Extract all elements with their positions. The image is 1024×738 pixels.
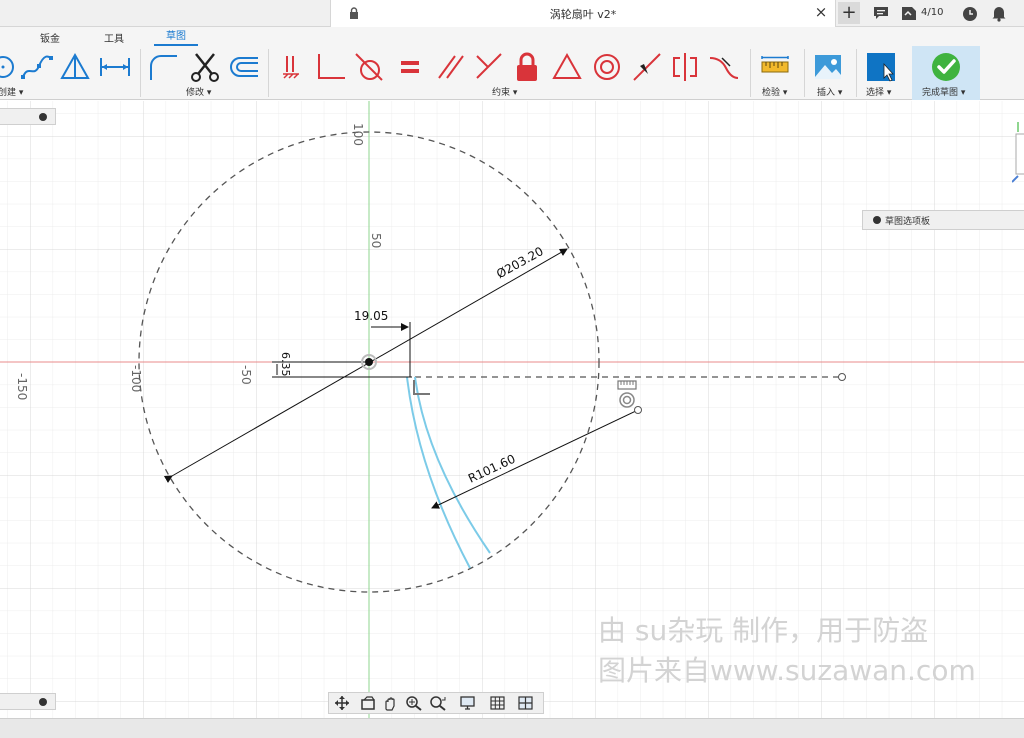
parallel-constraint-tool[interactable] [433, 50, 467, 84]
circle-tool[interactable] [0, 50, 22, 84]
bell-icon[interactable] [990, 3, 1008, 23]
dimension-tool[interactable] [98, 50, 132, 84]
select-group-label[interactable]: 选择 ▾ [866, 85, 891, 98]
spline-tool[interactable] [20, 50, 54, 84]
axis-label-y100: 100 [351, 123, 365, 146]
tangent-constraint-tool[interactable] [352, 50, 386, 84]
new-tab-button[interactable]: + [838, 2, 860, 24]
create-group-label[interactable]: 创建 ▾ [0, 85, 23, 98]
browser-panel[interactable] [0, 108, 56, 125]
vertical-dimension-text[interactable]: 6.35 [279, 352, 292, 377]
pan-icon[interactable] [381, 695, 399, 711]
tab-tools[interactable]: 工具 [104, 30, 124, 45]
polygon-tool[interactable] [58, 50, 92, 84]
fix-constraint-tool[interactable] [277, 50, 311, 84]
ribbon: 钣金 工具 草图 创建 ▾ 修改 ▾ 约束 ▾ 检验 ▾ 插入 ▾ 选择 ▾ 完… [0, 27, 1024, 100]
view-cube[interactable] [1011, 120, 1024, 190]
title-bar: 涡轮扇叶 v2* × + 4/10 [0, 0, 1024, 27]
grid-icon[interactable] [489, 695, 507, 711]
origin-point-center [365, 358, 373, 366]
measure-tool[interactable] [758, 50, 792, 84]
watermark-line-1: 由 su杂玩 制作，用于防盗 [598, 614, 929, 647]
sketch-palette-panel[interactable]: 草图选项板 [862, 210, 1024, 230]
tab-sketch[interactable]: 草图 [154, 28, 198, 46]
expand-icon[interactable] [873, 216, 881, 224]
navigation-bar [328, 692, 544, 714]
panel-toggle-icon[interactable] [39, 698, 47, 706]
clock-icon[interactable] [961, 3, 979, 23]
equal-constraint-tool[interactable] [393, 50, 427, 84]
axis-label-y50: 50 [369, 233, 383, 249]
separator [268, 49, 269, 97]
display-icon[interactable] [459, 695, 477, 711]
offset-tool[interactable] [226, 50, 260, 84]
midpoint-constraint-tool[interactable] [630, 50, 664, 84]
coincident-constraint-tool[interactable] [471, 50, 505, 84]
look-at-icon[interactable] [359, 695, 377, 711]
radius-dimension-handle [634, 406, 642, 414]
constraints-group-label[interactable]: 约束 ▾ [492, 85, 517, 98]
document-title: 涡轮扇叶 v2* [549, 8, 617, 21]
close-tab-button[interactable]: × [813, 4, 829, 20]
jobs-icon[interactable] [900, 3, 918, 23]
watermark-line-2: 图片来自www.suzawan.com [598, 654, 976, 687]
finish-sketch-button[interactable] [929, 50, 963, 84]
jobs-count: 4/10 [921, 7, 944, 18]
axis-label-xm100: -100 [129, 365, 143, 393]
orbit-icon[interactable] [333, 695, 351, 711]
separator [804, 49, 805, 97]
viewport-icon[interactable] [517, 695, 535, 711]
tab-sheet-metal[interactable]: 钣金 [40, 30, 60, 45]
zoom-icon[interactable] [405, 695, 423, 711]
triangle-constraint-tool[interactable] [550, 50, 584, 84]
insert-group-label[interactable]: 插入 ▾ [817, 85, 842, 98]
separator [750, 49, 751, 97]
select-tool[interactable] [864, 50, 898, 84]
fit-icon[interactable] [429, 695, 447, 711]
separator [140, 49, 141, 97]
insert-image-tool[interactable] [811, 50, 845, 84]
finish-group-label[interactable]: 完成草图 ▾ [922, 85, 965, 98]
document-tab[interactable]: 涡轮扇叶 v2* × [330, 0, 836, 27]
line-endpoint [838, 373, 846, 381]
concentric-constraint-tool[interactable] [590, 50, 624, 84]
lock-constraint-tool[interactable] [510, 50, 544, 84]
comment-icon[interactable] [872, 3, 890, 23]
comments-panel[interactable] [0, 693, 56, 710]
sketch-palette-title: 草图选项板 [885, 217, 931, 227]
panel-toggle-icon[interactable] [39, 113, 47, 121]
sketch-canvas[interactable]: 100 50 -150 -100 -50 Ø203.20 19.05 6.35 … [0, 101, 1024, 718]
separator [856, 49, 857, 97]
modify-group-label[interactable]: 修改 ▾ [186, 85, 211, 98]
fillet-tool[interactable] [146, 50, 180, 84]
axis-label-xm150: -150 [15, 373, 29, 401]
symmetry-constraint-tool[interactable] [668, 50, 702, 84]
trim-tool[interactable] [188, 50, 222, 84]
horizontal-dimension-text[interactable]: 19.05 [354, 309, 388, 323]
perpendicular-constraint-tool[interactable] [314, 50, 348, 84]
curvature-constraint-tool[interactable] [706, 50, 740, 84]
axis-label-xm50: -50 [239, 365, 253, 385]
status-bar [0, 718, 1024, 738]
inspect-group-label[interactable]: 检验 ▾ [762, 85, 787, 98]
